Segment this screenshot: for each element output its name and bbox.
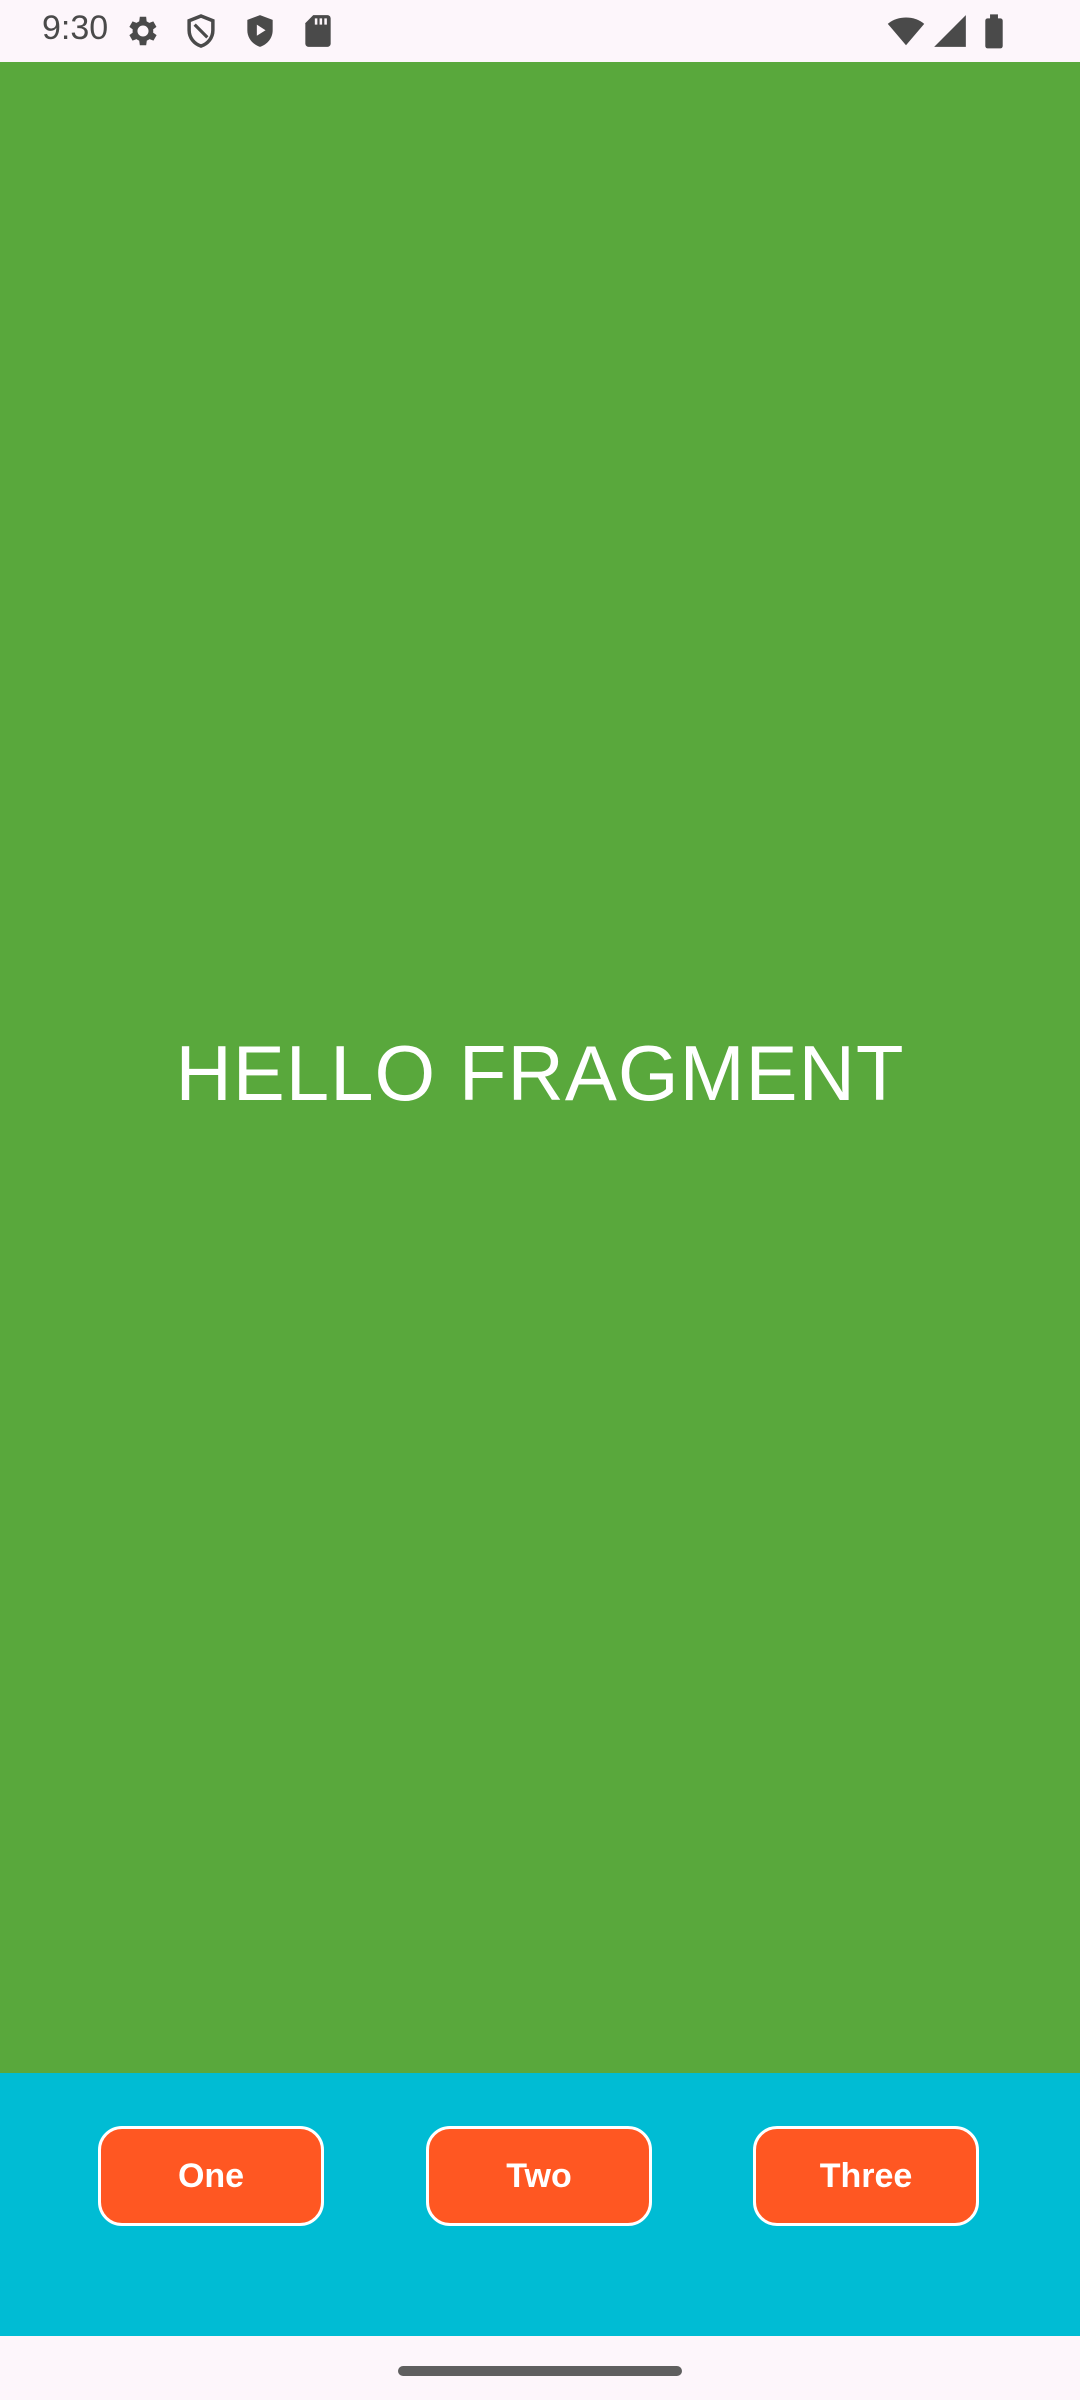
fragment-text: HELLO FRAGMENT [175,1029,905,1117]
one-button[interactable]: One [98,2126,324,2226]
button-bar: One Two Three [0,2073,1080,2336]
app-screen: 9:30 HELLO FRAGMENT One Two Three [0,0,1080,2400]
home-gesture-handle[interactable] [398,2366,682,2376]
two-button[interactable]: Two [426,2126,652,2226]
shield-outline-icon [182,12,220,50]
battery-icon [975,12,1013,50]
gear-icon [124,12,162,50]
navigation-bar [0,2336,1080,2400]
wifi-icon [887,12,925,50]
fragment-container: HELLO FRAGMENT [0,62,1080,2073]
status-bar: 9:30 [0,0,1080,62]
three-button[interactable]: Three [753,2126,979,2226]
status-time: 9:30 [42,9,109,47]
sd-card-icon [299,12,337,50]
signal-icon [931,12,969,50]
shield-play-icon [241,12,279,50]
